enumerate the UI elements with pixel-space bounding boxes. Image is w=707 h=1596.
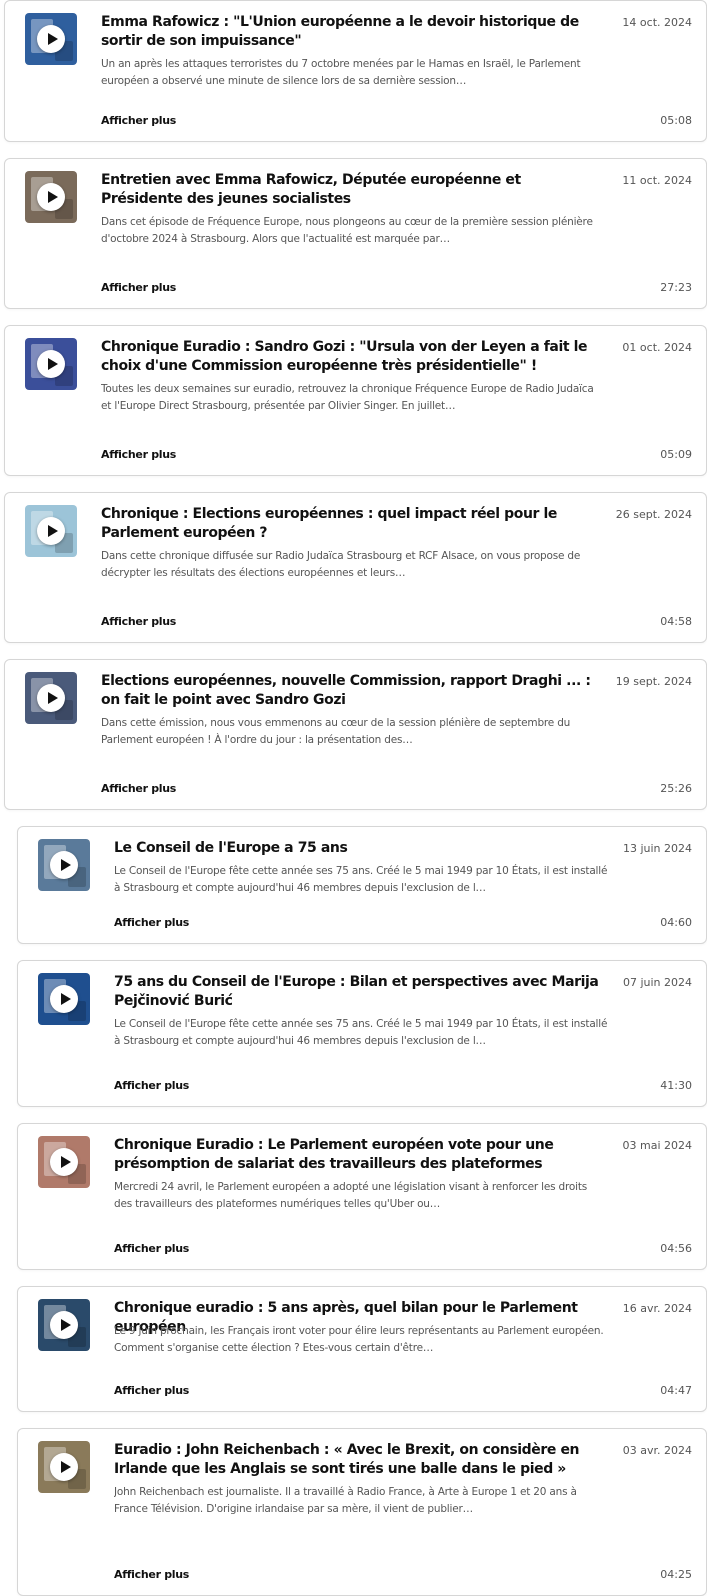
episode-title[interactable]: Le Conseil de l'Europe a 75 ans — [114, 839, 604, 858]
episode-thumbnail[interactable] — [25, 505, 77, 557]
episode-duration: 04:47 — [660, 1384, 692, 1397]
episode-duration: 41:30 — [660, 1079, 692, 1092]
play-icon — [61, 1461, 71, 1473]
episode-thumbnail[interactable] — [25, 13, 77, 65]
episode-thumbnail[interactable] — [38, 1441, 90, 1493]
episode-thumbnail[interactable] — [25, 171, 77, 223]
episode-description: Un an après les attaques terroristes du … — [101, 58, 581, 87]
episode-title[interactable]: Euradio : John Reichenbach : « Avec le B… — [114, 1441, 604, 1479]
episode-title[interactable]: 75 ans du Conseil de l'Europe : Bilan et… — [114, 973, 604, 1011]
episode-date: 11 oct. 2024 — [622, 174, 692, 187]
episode-duration: 25:26 — [660, 782, 692, 795]
play-icon — [48, 191, 58, 203]
episode-description: Le Conseil de l'Europe fête cette année … — [114, 1018, 608, 1047]
episode-duration: 04:56 — [660, 1242, 692, 1255]
episode-card[interactable]: Chronique : Elections européennes : quel… — [4, 492, 707, 643]
episode-description: Dans cette émission, nous vous emmenons … — [101, 717, 571, 746]
episode-description: John Reichenbach est journaliste. Il a t… — [114, 1486, 577, 1515]
show-more-link[interactable]: Afficher plus — [101, 447, 176, 463]
episode-date: 03 mai 2024 — [622, 1139, 693, 1152]
play-button[interactable] — [50, 1311, 78, 1339]
play-icon — [61, 1319, 71, 1331]
show-more-link[interactable]: Afficher plus — [114, 1241, 189, 1257]
episode-title[interactable]: Chronique Euradio : Sandro Gozi : "Ursul… — [101, 338, 591, 376]
play-button[interactable] — [50, 1148, 78, 1176]
episode-description: Toutes les deux semaines sur euradio, re… — [101, 383, 594, 412]
episode-thumbnail[interactable] — [25, 672, 77, 724]
episode-date: 16 avr. 2024 — [622, 1302, 692, 1315]
play-icon — [48, 33, 58, 45]
episode-duration: 27:23 — [660, 281, 692, 294]
episode-card[interactable]: Euradio : John Reichenbach : « Avec le B… — [17, 1428, 707, 1596]
episode-description: Dans cette chronique diffusée sur Radio … — [101, 550, 581, 579]
episode-card[interactable]: Chronique euradio : 5 ans après, quel bi… — [17, 1286, 707, 1412]
episode-date: 26 sept. 2024 — [615, 508, 692, 521]
episode-title[interactable]: Entretien avec Emma Rafowicz, Députée eu… — [101, 171, 591, 209]
episode-date: 19 sept. 2024 — [615, 675, 692, 688]
episode-duration: 04:25 — [660, 1568, 692, 1581]
episode-card[interactable]: Le Conseil de l'Europe a 75 ans 13 juin … — [17, 826, 707, 944]
show-more-link[interactable]: Afficher plus — [101, 781, 176, 797]
show-more-link[interactable]: Afficher plus — [114, 1383, 189, 1399]
episode-description: Le 9 juin prochain, les Français iront v… — [114, 1325, 604, 1354]
episode-duration: 04:60 — [660, 916, 692, 929]
episode-description: Dans cet épisode de Fréquence Europe, no… — [101, 216, 593, 245]
episode-date: 13 juin 2024 — [622, 842, 692, 855]
play-icon — [48, 525, 58, 537]
episode-duration: 05:08 — [660, 114, 692, 127]
play-button[interactable] — [37, 684, 65, 712]
play-button[interactable] — [37, 183, 65, 211]
play-button[interactable] — [50, 851, 78, 879]
episode-description: Le Conseil de l'Europe fête cette année … — [114, 865, 608, 894]
episode-duration: 05:09 — [660, 448, 692, 461]
show-more-link[interactable]: Afficher plus — [101, 614, 176, 630]
play-icon — [48, 692, 58, 704]
play-icon — [48, 358, 58, 370]
play-button[interactable] — [37, 25, 65, 53]
episode-date: 03 avr. 2024 — [622, 1444, 692, 1457]
play-button[interactable] — [37, 517, 65, 545]
episode-thumbnail[interactable] — [38, 1299, 90, 1351]
show-more-link[interactable]: Afficher plus — [114, 1078, 189, 1094]
episode-card[interactable]: Emma Rafowicz : "L'Union européenne a le… — [4, 0, 707, 142]
play-button[interactable] — [50, 985, 78, 1013]
episode-thumbnail[interactable] — [38, 839, 90, 891]
episode-card[interactable]: Chronique Euradio : Sandro Gozi : "Ursul… — [4, 325, 707, 476]
episode-date: 01 oct. 2024 — [622, 341, 692, 354]
episode-duration: 04:58 — [660, 615, 692, 628]
play-button[interactable] — [50, 1453, 78, 1481]
show-more-link[interactable]: Afficher plus — [101, 280, 176, 296]
episode-card[interactable]: Entretien avec Emma Rafowicz, Députée eu… — [4, 158, 707, 309]
episode-thumbnail[interactable] — [25, 338, 77, 390]
episode-date: 07 juin 2024 — [622, 976, 692, 989]
show-more-link[interactable]: Afficher plus — [114, 1567, 189, 1583]
episode-thumbnail[interactable] — [38, 973, 90, 1025]
episode-title[interactable]: Elections européennes, nouvelle Commissi… — [101, 672, 591, 710]
episode-title[interactable]: Chronique : Elections européennes : quel… — [101, 505, 591, 543]
episode-date: 14 oct. 2024 — [622, 16, 692, 29]
episode-description: Mercredi 24 avril, le Parlement européen… — [114, 1181, 588, 1210]
episode-title[interactable]: Chronique Euradio : Le Parlement europée… — [114, 1136, 604, 1174]
show-more-link[interactable]: Afficher plus — [101, 113, 176, 129]
show-more-link[interactable]: Afficher plus — [114, 915, 189, 931]
play-icon — [61, 993, 71, 1005]
play-icon — [61, 859, 71, 871]
play-icon — [61, 1156, 71, 1168]
play-button[interactable] — [37, 350, 65, 378]
episode-thumbnail[interactable] — [38, 1136, 90, 1188]
episode-card[interactable]: Chronique Euradio : Le Parlement europée… — [17, 1123, 707, 1270]
episode-title[interactable]: Emma Rafowicz : "L'Union européenne a le… — [101, 13, 591, 51]
episode-card[interactable]: 75 ans du Conseil de l'Europe : Bilan et… — [17, 960, 707, 1107]
episode-card[interactable]: Elections européennes, nouvelle Commissi… — [4, 659, 707, 810]
